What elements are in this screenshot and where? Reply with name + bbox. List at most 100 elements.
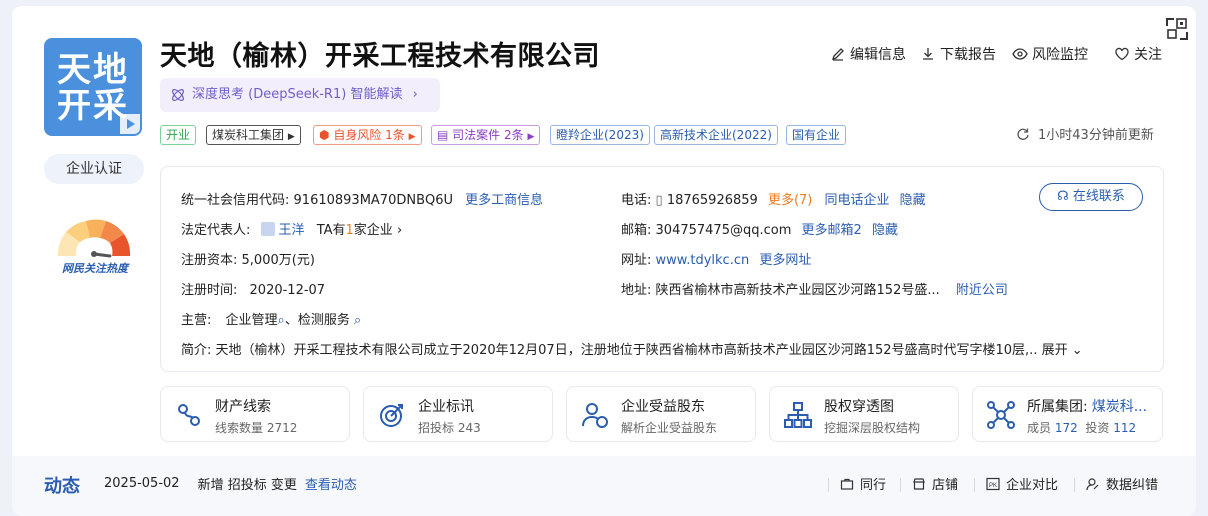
address-row: 地址: 陕西省榆林市高新技术产业园区沙河路152号盛... 附近公司	[621, 279, 1008, 298]
tag-gazelle[interactable]: 瞪羚企业(2023)	[550, 125, 650, 145]
follow-button[interactable]: 关注	[1114, 44, 1162, 64]
update-text: 1小时43分钟前更新	[1038, 128, 1154, 143]
peer-button[interactable]: 同行	[840, 474, 886, 493]
legal-rep-companies[interactable]: TA有1家企业 ›	[317, 223, 402, 238]
verify-badge[interactable]: 企业认证	[44, 154, 144, 184]
website-link[interactable]: www.tdylkc.cn	[656, 253, 750, 268]
tag-status: 开业	[160, 125, 197, 145]
heat-label: 网民关注热度	[62, 262, 128, 275]
divider	[900, 478, 901, 492]
tile-group[interactable]: 所属集团: 煤炭科... 成员 172 投资 112	[972, 386, 1163, 442]
follow-label: 关注	[1134, 47, 1162, 63]
business-item-1[interactable]: 企业管理	[226, 313, 278, 328]
email-label: 邮箱:	[621, 223, 652, 238]
shop-icon	[913, 477, 925, 490]
tile-sub: 招投标 243	[418, 419, 481, 436]
credit-code-value: 91610893MA70DNBQ6U	[293, 193, 454, 208]
warning-icon: ⬢	[319, 128, 330, 142]
intro-expand-label: 展开	[1041, 343, 1068, 358]
tile-property-clues[interactable]: 财产线索 线索数量 2712	[160, 386, 350, 442]
phone-icon: ▯	[655, 193, 663, 208]
risk-monitor-button[interactable]: 风险监控	[1012, 44, 1088, 64]
tile-sub-label: 挖掘深层股权结构	[824, 421, 921, 435]
online-contact-label: 在线联系	[1072, 189, 1125, 204]
compare-button[interactable]: PK 企业对比	[986, 474, 1058, 493]
ai-interpret-label: 深度思考 (DeepSeek-R1) 智能解读	[192, 87, 403, 102]
heat-gauge-icon	[57, 219, 131, 258]
chevron-down-icon: ⌄	[1071, 343, 1083, 358]
download-report-label: 下载报告	[940, 47, 996, 63]
org-chart-icon	[784, 402, 812, 428]
tile-beneficial-owner[interactable]: 企业受益股东 解析企业受益股东	[566, 386, 756, 442]
tile-sub-label: 招投标	[418, 421, 455, 435]
hide-phone-link[interactable]: 隐藏	[900, 193, 926, 208]
info-panel: 统一社会信用代码: 91610893MA70DNBQ6U 更多工商信息 法定代表…	[160, 166, 1164, 372]
tag-self-risk[interactable]: ⬢ 自身风险 1条 ▶	[313, 125, 422, 145]
tag-state-owned[interactable]: 国有企业	[786, 125, 847, 145]
legal-rep-row: 法定代表人: 王洋 TA有1家企业 ›	[181, 219, 402, 238]
caret-right-icon: ▶	[408, 132, 416, 142]
more-phones-link[interactable]: 更多(7)	[768, 193, 812, 208]
chevron-right-icon: ›	[396, 223, 403, 238]
shop-button[interactable]: 店铺	[912, 474, 958, 493]
tag-judicial[interactable]: ▤ 司法案件 2条 ▶	[431, 125, 541, 145]
dynamics-summary: 2025-05-02 新增 招投标 变更 查看动态	[104, 474, 357, 493]
tile-title: 股权穿透图	[824, 399, 894, 415]
search-icon[interactable]: ⌕	[278, 313, 285, 328]
update-info[interactable]: 1小时43分钟前更新	[1016, 124, 1154, 143]
address-label: 地址:	[621, 283, 652, 298]
phone-label: 电话:	[621, 193, 652, 208]
group-name-link[interactable]: 煤炭科...	[1092, 399, 1147, 415]
heart-icon	[1115, 47, 1129, 61]
legal-rep-name-link[interactable]: 王洋	[279, 223, 305, 238]
business-item-2[interactable]: 检测服务	[298, 313, 350, 328]
eye-icon	[1012, 48, 1028, 60]
legal-extra-num: 1	[345, 223, 354, 238]
data-correct-label: 数据纠错	[1106, 478, 1159, 493]
members-value: 172	[1054, 421, 1078, 435]
data-correct-button[interactable]: 数据纠错	[1086, 474, 1158, 493]
peer-label: 同行	[860, 478, 887, 493]
address-value: 陕西省榆林市高新技术产业园区沙河路152号盛...	[655, 283, 940, 298]
more-websites-link[interactable]: 更多网址	[759, 253, 811, 268]
edit-info-button[interactable]: 编辑信息	[830, 44, 906, 64]
qr-code-icon[interactable]	[1164, 16, 1190, 42]
reg-time-label: 注册时间:	[181, 283, 238, 298]
search-icon[interactable]: ⌕	[354, 313, 361, 328]
company-name: 天地（榆林）开采工程技术有限公司	[160, 41, 600, 72]
view-dynamics-link[interactable]: 查看动态	[305, 474, 357, 493]
download-report-button[interactable]: 下载报告	[920, 44, 996, 64]
website-row: 网址: www.tdylkc.cn 更多网址	[621, 249, 811, 268]
same-phone-link[interactable]: 同电话企业	[825, 193, 890, 208]
online-contact-button[interactable]: ☊ 在线联系	[1039, 183, 1143, 211]
clue-link-icon	[178, 404, 200, 426]
tag-high-tech[interactable]: 高新技术企业(2022)	[654, 125, 778, 145]
play-icon[interactable]	[120, 114, 140, 134]
caret-right-icon: ▶	[287, 132, 295, 142]
more-emails-link[interactable]: 更多邮箱2	[802, 223, 862, 238]
svg-text:PK: PK	[989, 483, 997, 489]
more-business-info-link[interactable]: 更多工商信息	[465, 193, 543, 208]
nearby-companies-link[interactable]: 附近公司	[956, 283, 1008, 298]
company-card: 天地 开采 企业认证 网民关注热度 天地（榆林）开采工程技术有限公司 深度思考 …	[12, 6, 1196, 516]
tile-equity-chart[interactable]: 股权穿透图 挖掘深层股权结构	[769, 386, 959, 442]
capital-row: 注册资本: 5,000万(元)	[181, 249, 315, 268]
pk-icon: PK	[986, 477, 1000, 490]
hide-email-link[interactable]: 隐藏	[872, 223, 898, 238]
book-icon: ▤	[437, 128, 449, 142]
tag-self-risk-label: 自身风险 1条	[333, 128, 405, 142]
divider	[974, 478, 975, 492]
tile-title: 财产线索	[215, 399, 271, 415]
risk-monitor-label: 风险监控	[1032, 47, 1088, 63]
ai-interpret-button[interactable]: 深度思考 (DeepSeek-R1) 智能解读 ›	[160, 78, 440, 112]
tile-bidding[interactable]: 企业标讯 招投标 243	[363, 386, 553, 442]
person-avatar-icon	[260, 222, 275, 236]
tag-group[interactable]: 煤炭科工集团 ▶	[206, 125, 301, 145]
dynamics-title: 动态	[44, 476, 80, 497]
intro-expand-button[interactable]: 展开 ⌄	[1042, 343, 1083, 358]
chevron-right-icon: ›	[412, 87, 418, 102]
intro-row: 简介: 天地（榆林）开采工程技术有限公司成立于2020年12月07日，注册地位于…	[181, 339, 1083, 358]
legal-rep-label: 法定代表人:	[181, 223, 251, 238]
logo-text-line1: 天地	[57, 50, 129, 90]
tile-sub-label: 解析企业受益股东	[621, 421, 718, 435]
